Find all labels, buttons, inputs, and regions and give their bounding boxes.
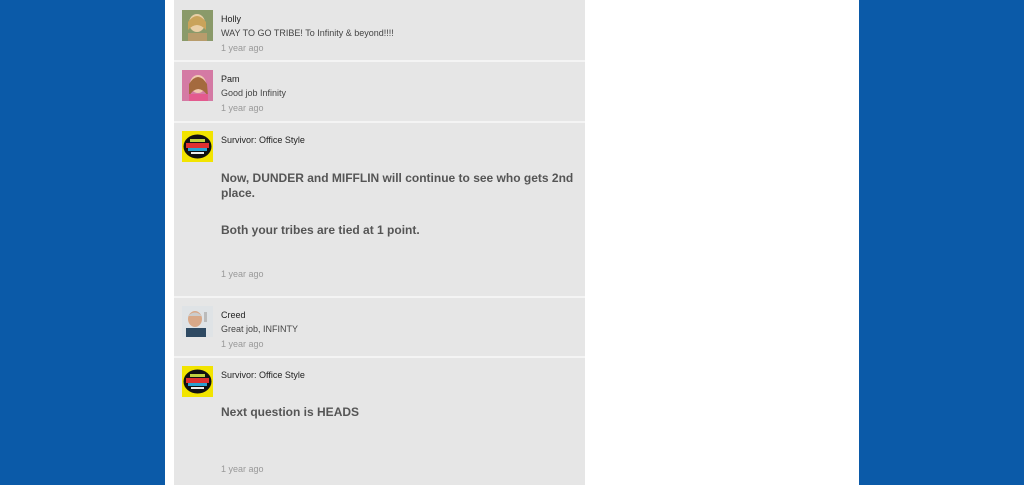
comment-item: Survivor: Office Style Now, DUNDER and M… (174, 123, 585, 298)
comment-item: Survivor: Office Style Next question is … (174, 358, 585, 485)
comment-text: Good job Infinity (221, 88, 287, 98)
comment-item: Creed Great job, INFINTY 1 year ago (174, 298, 585, 358)
comment-timestamp[interactable]: 1 year ago (221, 269, 577, 280)
avatar[interactable] (182, 70, 213, 101)
avatar[interactable] (182, 10, 213, 41)
comment-text: WAY TO GO TRIBE! To Infinity & beyond!!!… (221, 28, 394, 38)
comment-text: Next question is HEADS (221, 405, 360, 419)
comment-text: Now, DUNDER and MIFFLIN will continue to… (221, 171, 574, 200)
comment-author[interactable]: Survivor: Office Style (221, 370, 577, 381)
comment-author[interactable]: Creed (221, 310, 577, 321)
comment-author[interactable]: Holly (221, 14, 577, 25)
avatar[interactable] (182, 306, 213, 337)
comment-item: Holly WAY TO GO TRIBE! To Infinity & bey… (174, 2, 585, 62)
comment-timestamp[interactable]: 1 year ago (221, 103, 577, 114)
avatar[interactable] (182, 366, 213, 397)
comment-text: Both your tribes are tied at 1 point. (221, 223, 420, 237)
comment-author[interactable]: Survivor: Office Style (221, 135, 577, 146)
avatar[interactable] (182, 131, 213, 162)
comment-timestamp[interactable]: 1 year ago (221, 43, 577, 54)
comment-timestamp[interactable]: 1 year ago (221, 464, 577, 475)
comment-item: Pam Good job Infinity 1 year ago (174, 62, 585, 123)
comment-text: Great job, INFINTY (221, 324, 299, 334)
comment-author[interactable]: Pam (221, 74, 577, 85)
comment-timestamp[interactable]: 1 year ago (221, 339, 577, 350)
